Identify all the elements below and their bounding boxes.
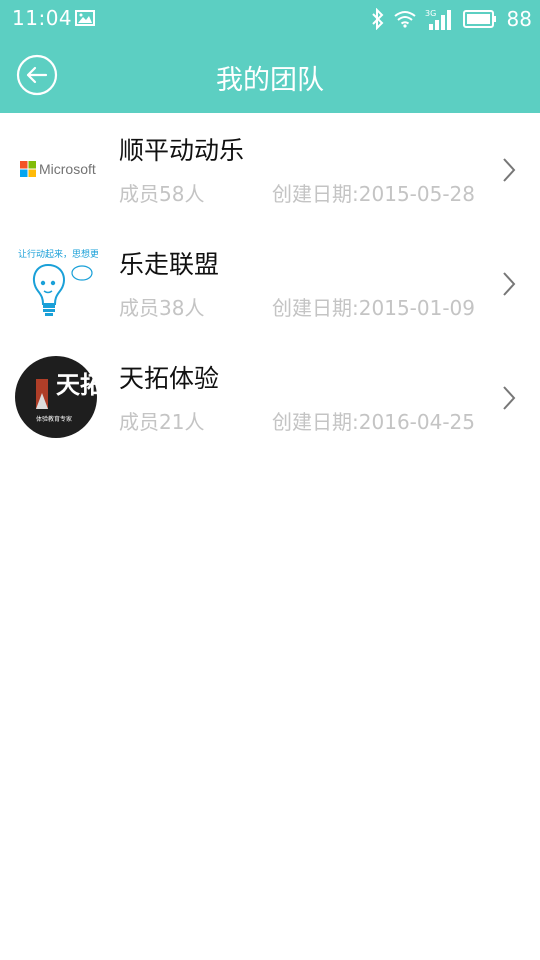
lightbulb-logo: 让行动起来，思想更易...: [18, 248, 117, 316]
team-row[interactable]: Microsoft 顺平动动乐 成员58人 创建日期:2015-05-28: [0, 113, 540, 227]
battery-icon: [462, 10, 496, 28]
team-name: 天拓体验: [119, 364, 220, 393]
team-name: 顺平动动乐: [119, 136, 245, 165]
status-time: 11:04: [12, 6, 73, 30]
status-icons: 3G 88: [371, 6, 532, 32]
logo-subtext: 体验教育专家: [36, 415, 72, 423]
team-row[interactable]: 天拓 体验教育专家 天拓体验 成员21人 创建日期:2016-04-25: [0, 341, 540, 455]
gallery-icon: [75, 10, 95, 26]
network-type: 3G: [425, 9, 436, 18]
status-bar: 11:04 3G 88: [0, 0, 540, 38]
team-created-date: 创建日期:2015-01-09: [272, 296, 475, 320]
microsoft-windows-icon: [20, 161, 36, 177]
chevron-right-icon: [503, 158, 516, 182]
wifi-icon: [393, 11, 416, 28]
chevron-right-icon: [503, 386, 516, 410]
team-row[interactable]: 让行动起来，思想更易... 乐走联盟 成员38人 创建日期:2015-01-09: [0, 227, 540, 341]
logo-text: Microsoft: [39, 161, 96, 177]
app-bar: 我的团队: [0, 38, 540, 113]
team-logo: 让行动起来，思想更易...: [14, 241, 117, 325]
team-logo: Microsoft: [14, 127, 98, 211]
team-members: 成员21人: [119, 410, 205, 434]
bluetooth-icon: [371, 8, 383, 30]
team-name: 乐走联盟: [119, 250, 220, 279]
team-created-date: 创建日期:2016-04-25: [272, 410, 475, 434]
chevron-right-icon: [503, 272, 516, 296]
signal-icon: 3G: [425, 9, 451, 30]
tiantuo-logo: 天拓 体验教育专家: [15, 356, 104, 438]
team-members: 成员38人: [119, 296, 205, 320]
team-created-date: 创建日期:2015-05-28: [272, 182, 475, 206]
team-logo: 天拓 体验教育专家: [14, 355, 104, 439]
battery-level: 88: [506, 7, 532, 31]
microsoft-logo: Microsoft: [14, 127, 98, 211]
logo-text: 天拓: [56, 370, 98, 399]
page-title: 我的团队: [216, 65, 324, 96]
logo-text: 让行动起来，思想更易...: [18, 248, 98, 260]
team-list: Microsoft 顺平动动乐 成员58人 创建日期:2015-05-28 让行…: [0, 113, 540, 455]
team-members: 成员58人: [119, 182, 205, 206]
